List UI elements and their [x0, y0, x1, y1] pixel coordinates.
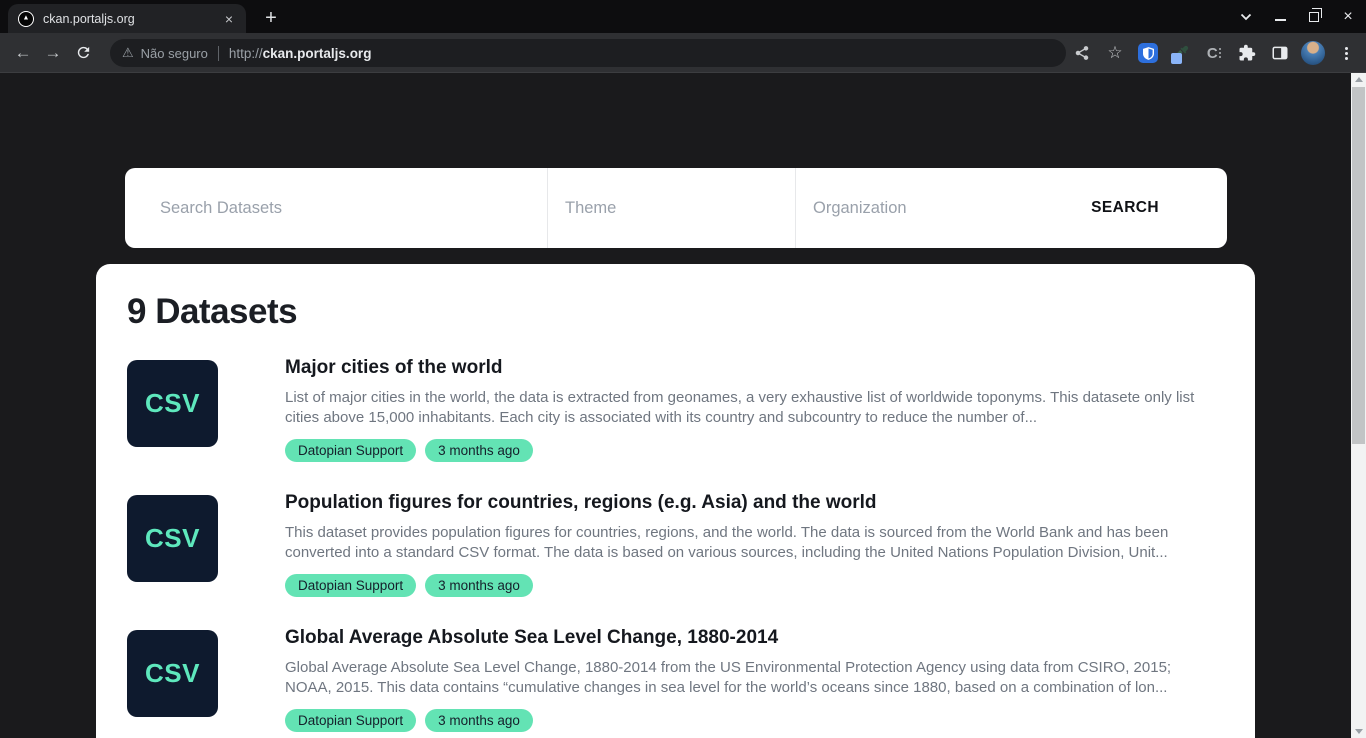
dataset-title-link[interactable]: Global Average Absolute Sea Level Change…: [285, 626, 1221, 649]
org-badge[interactable]: Datopian Support: [285, 439, 416, 462]
search-datasets-input[interactable]: Search Datasets: [125, 168, 548, 248]
profile-avatar[interactable]: [1299, 39, 1327, 67]
tab-search-chevron-icon[interactable]: [1234, 5, 1258, 29]
bookmark-star-icon[interactable]: ☆: [1101, 39, 1129, 67]
csv-format-icon[interactable]: CSV: [127, 495, 218, 582]
security-label[interactable]: Não seguro: [141, 46, 208, 61]
extensions-puzzle-icon[interactable]: [1233, 39, 1261, 67]
dataset-description: This dataset provides population figures…: [285, 523, 1221, 563]
forward-button[interactable]: →: [38, 38, 68, 68]
dataset-row: CSV Major cities of the world List of ma…: [127, 360, 1221, 462]
org-badge[interactable]: Datopian Support: [285, 709, 416, 732]
url-host: ckan.portaljs.org: [263, 46, 372, 61]
dataset-row: CSV Population figures for countries, re…: [127, 495, 1221, 597]
not-secure-warning-icon: ⚠: [122, 45, 134, 61]
organization-placeholder: Organization: [813, 199, 907, 218]
csv-format-icon[interactable]: CSV: [127, 630, 218, 717]
tab-title: ckan.portaljs.org: [43, 12, 220, 26]
dataset-title-link[interactable]: Population figures for countries, region…: [285, 491, 1221, 514]
theme-input[interactable]: Theme: [548, 168, 796, 248]
org-badge[interactable]: Datopian Support: [285, 574, 416, 597]
back-button[interactable]: ←: [8, 38, 38, 68]
side-panel-icon[interactable]: [1266, 39, 1294, 67]
tab-strip: ▲ ckan.portaljs.org × + ×: [0, 0, 1366, 33]
eyedropper-extension-icon[interactable]: [1167, 39, 1195, 67]
results-card: 9 Datasets CSV Major cities of the world…: [96, 264, 1255, 738]
theme-placeholder: Theme: [565, 199, 616, 218]
browser-tab[interactable]: ▲ ckan.portaljs.org ×: [8, 4, 246, 33]
updated-badge: 3 months ago: [425, 574, 533, 597]
new-tab-button[interactable]: +: [258, 5, 284, 31]
scrollbar-down-arrow[interactable]: [1351, 725, 1366, 738]
eyedropper-color-swatch: [1171, 53, 1182, 64]
dataset-row: CSV Global Average Absolute Sea Level Ch…: [127, 630, 1221, 732]
page-background: Search Datasets Theme Organization SEARC…: [0, 73, 1351, 738]
window-minimize-button[interactable]: [1268, 5, 1292, 29]
updated-badge: 3 months ago: [425, 709, 533, 732]
dataset-description: Global Average Absolute Sea Level Change…: [285, 658, 1221, 698]
url-separator: [218, 46, 219, 61]
search-button[interactable]: SEARCH: [1091, 168, 1159, 248]
colorpick-extension-icon[interactable]: C: [1200, 39, 1228, 67]
window-restore-button[interactable]: [1302, 5, 1326, 29]
browser-menu-icon[interactable]: [1332, 39, 1360, 67]
page-scrollbar[interactable]: [1351, 73, 1366, 738]
scrollbar-thumb[interactable]: [1352, 87, 1365, 444]
site-favicon-icon: ▲: [18, 11, 34, 27]
organization-input[interactable]: Organization: [796, 168, 1091, 248]
scrollbar-up-arrow[interactable]: [1351, 73, 1366, 86]
dataset-title-link[interactable]: Major cities of the world: [285, 356, 1221, 379]
dataset-search-bar: Search Datasets Theme Organization SEARC…: [125, 168, 1227, 248]
results-count-heading: 9 Datasets: [127, 290, 1221, 334]
address-bar[interactable]: ⚠ Não seguro http:// ckan.portaljs.org: [110, 39, 1066, 67]
search-datasets-placeholder: Search Datasets: [160, 199, 282, 218]
dataset-description: List of major cities in the world, the d…: [285, 388, 1221, 428]
updated-badge: 3 months ago: [425, 439, 533, 462]
bitwarden-extension-icon[interactable]: [1134, 39, 1162, 67]
share-icon[interactable]: [1068, 39, 1096, 67]
url-scheme: http://: [229, 46, 263, 61]
tab-close-icon[interactable]: ×: [220, 10, 238, 28]
reload-button[interactable]: [68, 38, 98, 68]
csv-format-icon[interactable]: CSV: [127, 360, 218, 447]
window-close-button[interactable]: ×: [1336, 5, 1360, 29]
